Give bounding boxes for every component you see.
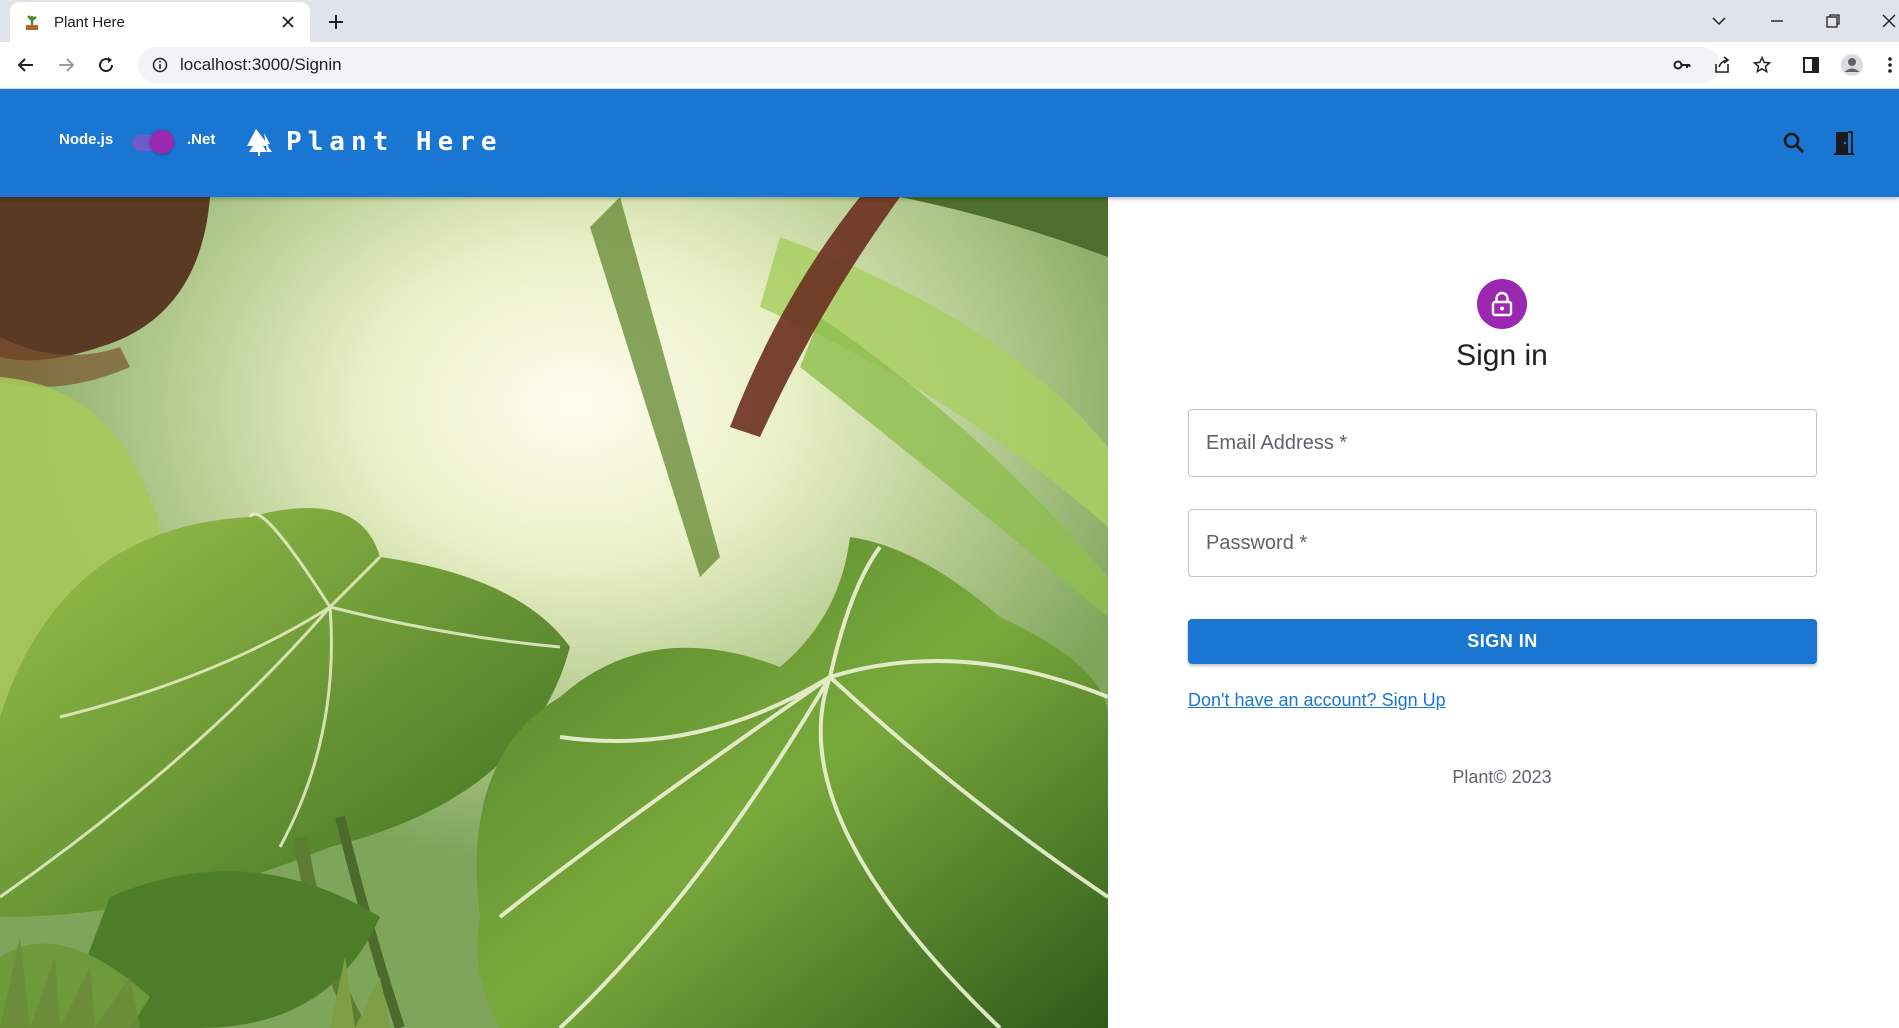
backend-right-label: .Net <box>187 131 216 148</box>
restore-icon[interactable] <box>1818 6 1848 36</box>
bookmark-star-icon[interactable] <box>1746 49 1778 81</box>
email-field[interactable]: Email Address * <box>1188 409 1817 477</box>
lock-icon <box>1491 291 1513 317</box>
new-tab-plus-icon[interactable] <box>322 8 350 36</box>
hero-plant-image <box>0 197 1108 1028</box>
tab-title: Plant Here <box>54 13 125 31</box>
browser-toolbar: localhost:3000/Signin <box>0 42 1899 89</box>
profile-avatar-icon[interactable] <box>1836 49 1868 81</box>
side-panel-icon[interactable] <box>1795 49 1827 81</box>
plant-favicon-icon <box>22 12 42 32</box>
reload-icon[interactable] <box>90 49 122 81</box>
backend-left-label: Node.js <box>59 131 114 148</box>
signup-link[interactable]: Don't have an account? Sign Up <box>1188 690 1446 711</box>
forward-arrow-icon[interactable] <box>50 49 82 81</box>
email-input[interactable] <box>1189 410 1816 476</box>
tab-close-icon[interactable] <box>278 12 298 32</box>
switch-thumb[interactable] <box>150 130 174 154</box>
app-bar: Node.js .Net Plant Here <box>0 89 1899 197</box>
forest-logo-icon <box>245 127 275 157</box>
door-exit-icon[interactable] <box>1828 127 1860 159</box>
signin-button[interactable]: SIGN IN <box>1188 619 1817 664</box>
address-bar[interactable]: localhost:3000/Signin <box>138 47 1720 83</box>
browser-tab[interactable]: Plant Here <box>10 2 310 42</box>
search-icon[interactable] <box>1778 127 1810 159</box>
signin-panel: Sign in Email Address * Password * SIGN … <box>1108 197 1899 1028</box>
password-field[interactable]: Password * <box>1188 509 1817 577</box>
plant-leaves-illustration <box>0 197 1108 1028</box>
minimize-icon[interactable] <box>1762 6 1792 36</box>
url-text: localhost:3000/Signin <box>180 55 342 74</box>
back-arrow-icon[interactable] <box>10 49 42 81</box>
lock-avatar <box>1477 279 1527 329</box>
close-window-icon[interactable] <box>1874 6 1899 36</box>
backend-toggle-switch[interactable] <box>128 127 178 157</box>
copyright-text: Plant© 2023 <box>1452 767 1552 787</box>
browser-menu-icon[interactable] <box>1874 49 1899 81</box>
signin-heading: Sign in <box>1456 339 1548 372</box>
tab-search-chevron-icon[interactable] <box>1704 6 1734 36</box>
browser-tab-strip: Plant Here <box>0 0 1899 42</box>
share-icon[interactable] <box>1706 49 1738 81</box>
key-icon[interactable] <box>1666 49 1698 81</box>
site-info-icon[interactable] <box>150 55 170 75</box>
password-input[interactable] <box>1189 510 1816 576</box>
brand-title[interactable]: Plant Here <box>286 127 503 157</box>
